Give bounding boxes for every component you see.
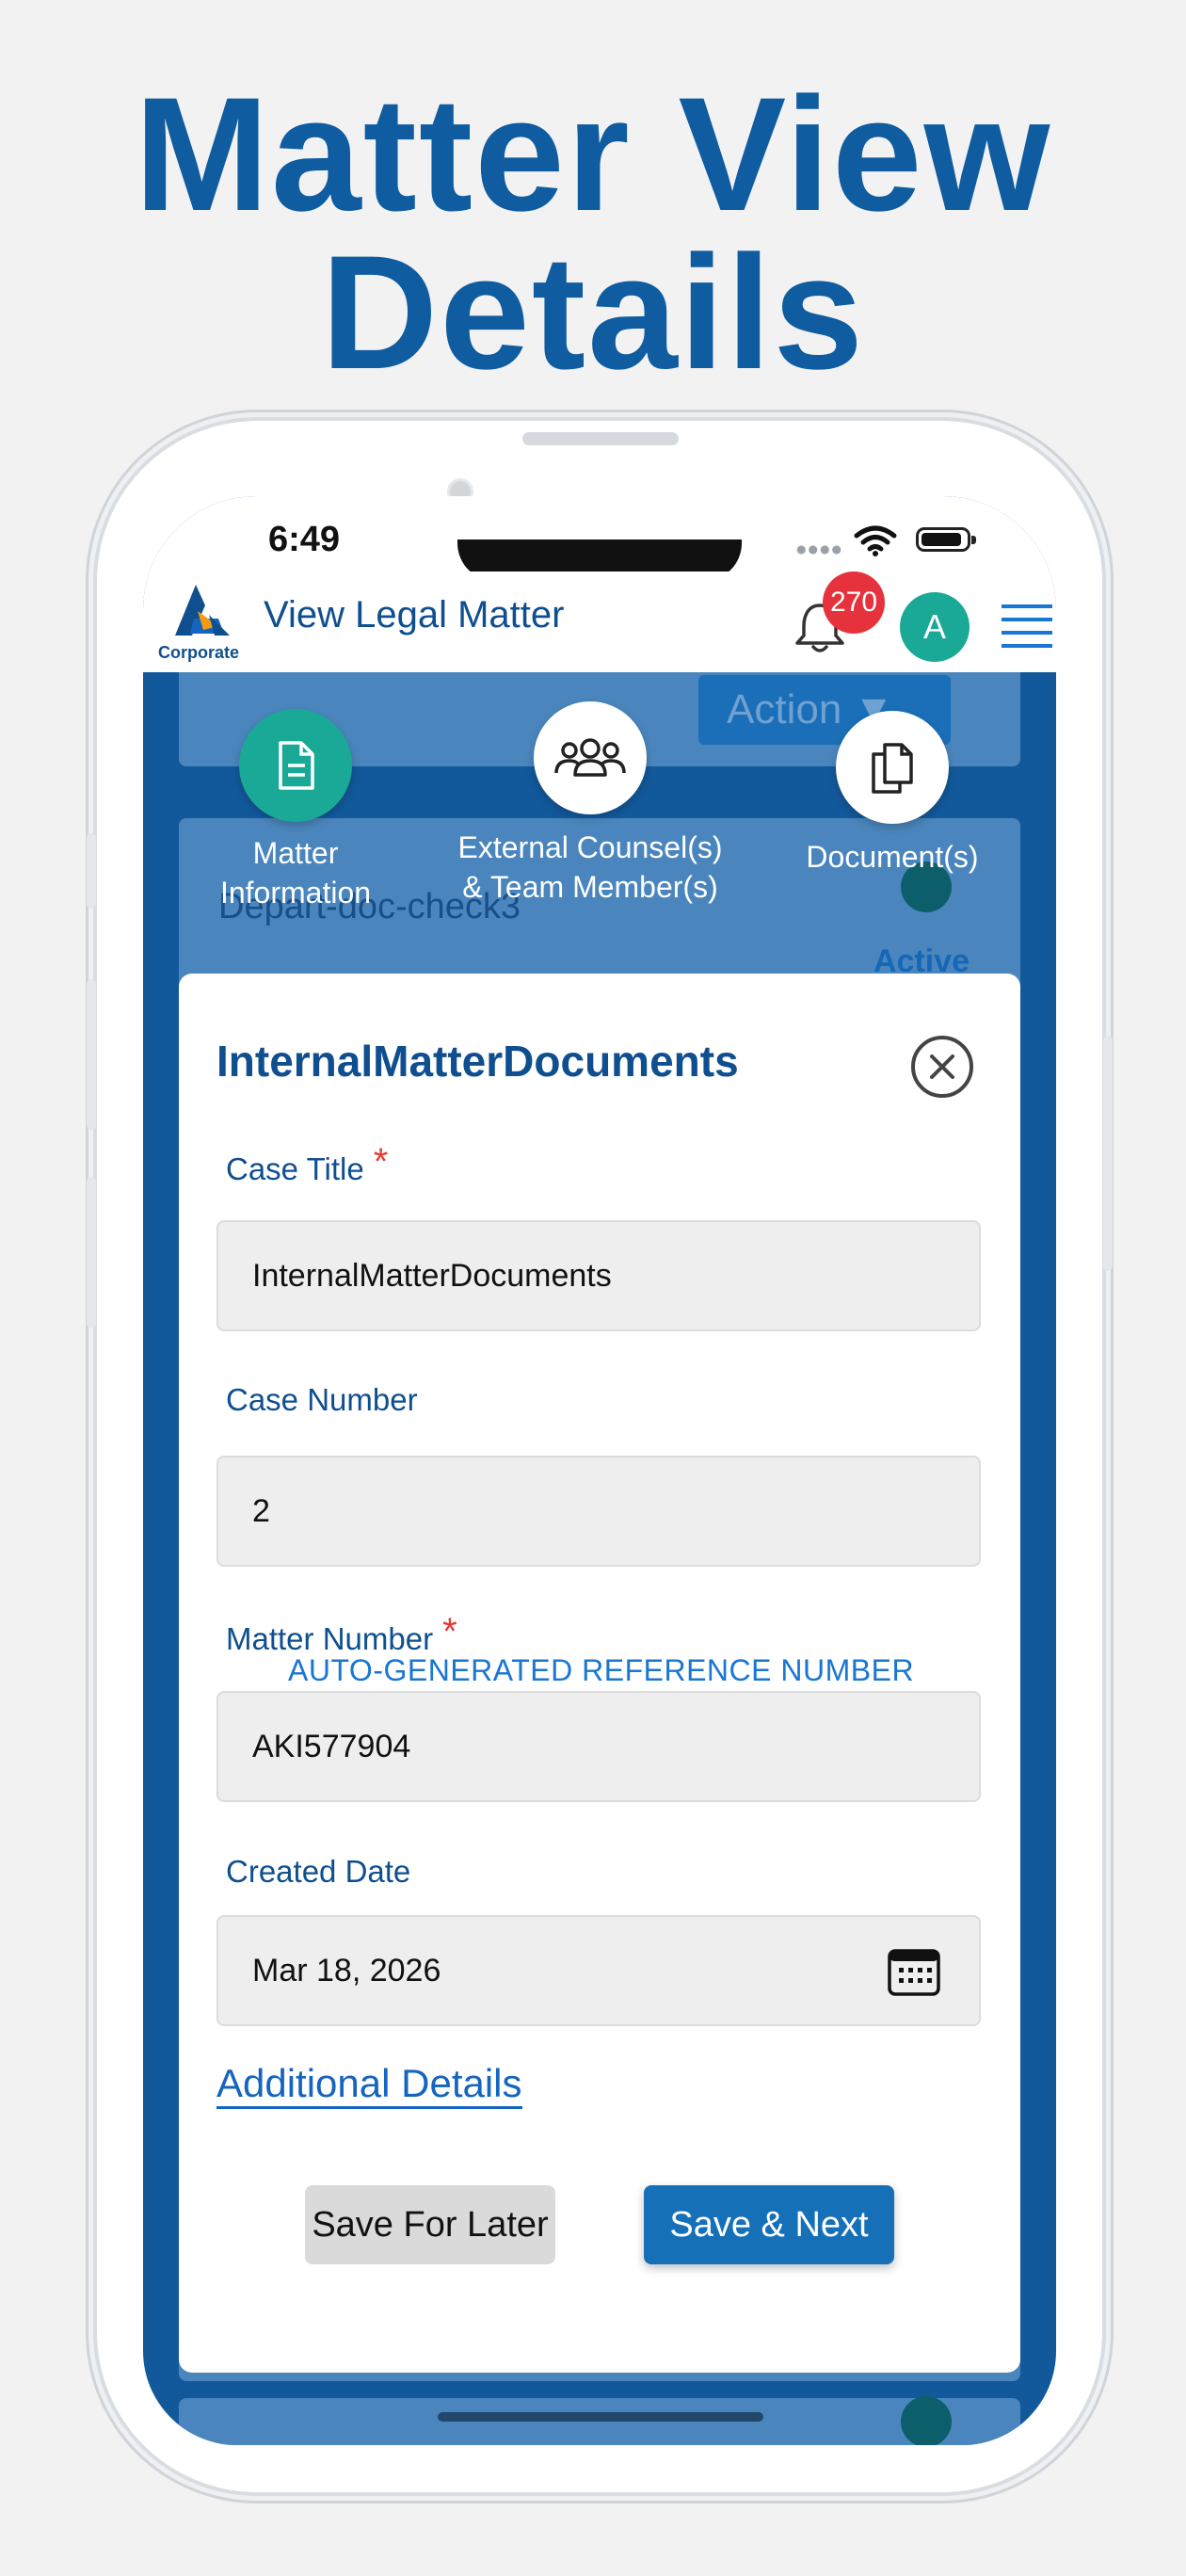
notification-badge: 270 bbox=[823, 572, 885, 634]
headline-line-1: Matter View bbox=[134, 64, 1052, 245]
close-icon[interactable] bbox=[909, 1034, 975, 1100]
modal-title: InternalMatterDocuments bbox=[216, 1037, 739, 1086]
signal-icon bbox=[795, 545, 842, 555]
case-title-label-text: Case Title bbox=[226, 1151, 364, 1186]
home-indicator[interactable] bbox=[438, 2412, 763, 2422]
team-icon bbox=[554, 738, 626, 777]
tab-external-counsel[interactable] bbox=[534, 701, 647, 814]
status-bar: 6:49 bbox=[143, 496, 1056, 581]
tab-label-line: Information bbox=[219, 876, 372, 910]
tab-documents[interactable] bbox=[836, 711, 949, 824]
required-mark: * bbox=[442, 1611, 457, 1652]
status-time: 6:49 bbox=[268, 520, 341, 559]
logo-text: Corporate bbox=[158, 643, 240, 662]
phone-screen: 6:49 Corporate View Legal Matter 270 A A… bbox=[143, 496, 1056, 2445]
case-number-label: Case Number bbox=[226, 1382, 418, 1417]
app-header: Corporate View Legal Matter 270 A bbox=[143, 572, 1056, 672]
case-title-label: Case Title * bbox=[226, 1141, 388, 1189]
hamburger-menu-icon[interactable] bbox=[1002, 604, 1052, 650]
matter-number-field[interactable]: AKI577904 bbox=[216, 1691, 981, 1802]
promo-headline: Matter View Details bbox=[0, 64, 1186, 403]
created-date-label: Created Date bbox=[226, 1854, 411, 1889]
tab-label-external-counsel: External Counsel(s) & Team Member(s) bbox=[442, 828, 738, 907]
document-icon bbox=[279, 741, 314, 790]
phone-power-button bbox=[1103, 1036, 1113, 1271]
tab-label-line: Document(s) bbox=[806, 840, 979, 874]
tab-matter-information[interactable] bbox=[239, 709, 352, 822]
wifi-icon bbox=[854, 525, 897, 556]
matter-number-label-text: Matter Number bbox=[226, 1621, 434, 1656]
tab-label-line: Matter bbox=[252, 836, 339, 870]
tab-label-matter-information: Matter Information bbox=[183, 833, 409, 912]
background-next-card bbox=[179, 2398, 1020, 2445]
created-date-value: Mar 18, 2026 bbox=[252, 1953, 441, 1988]
tab-label-line: External Counsel(s) bbox=[457, 830, 723, 864]
matter-number-hint: AUTO-GENERATED REFERENCE NUMBER bbox=[288, 1653, 915, 1687]
battery-icon bbox=[916, 527, 976, 552]
case-number-field[interactable]: 2 bbox=[216, 1456, 981, 1567]
tab-label-documents: Document(s) bbox=[779, 837, 1005, 877]
headline-line-2: Details bbox=[320, 222, 866, 403]
phone-silent-switch bbox=[87, 833, 96, 909]
phone-volume-up bbox=[87, 979, 96, 1130]
status-dot-icon bbox=[901, 2396, 952, 2445]
created-date-field[interactable]: Mar 18, 2026 bbox=[216, 1915, 981, 2026]
case-title-field[interactable]: InternalMatterDocuments bbox=[216, 1220, 981, 1331]
copy-documents-icon bbox=[872, 743, 913, 794]
required-mark: * bbox=[373, 1141, 389, 1183]
phone-speaker bbox=[522, 432, 679, 445]
additional-details-link[interactable]: Additional Details bbox=[216, 2061, 522, 2109]
save-for-later-button[interactable]: Save For Later bbox=[305, 2185, 555, 2264]
avatar[interactable]: A bbox=[900, 592, 970, 662]
calendar-icon[interactable] bbox=[887, 1945, 941, 1998]
save-and-next-button[interactable]: Save & Next bbox=[644, 2185, 894, 2264]
phone-volume-down bbox=[87, 1177, 96, 1328]
tab-label-line: & Team Member(s) bbox=[462, 870, 718, 904]
matter-details-modal: InternalMatterDocuments Case Title * Inte… bbox=[179, 974, 1020, 2373]
page-title: View Legal Matter bbox=[264, 594, 565, 636]
